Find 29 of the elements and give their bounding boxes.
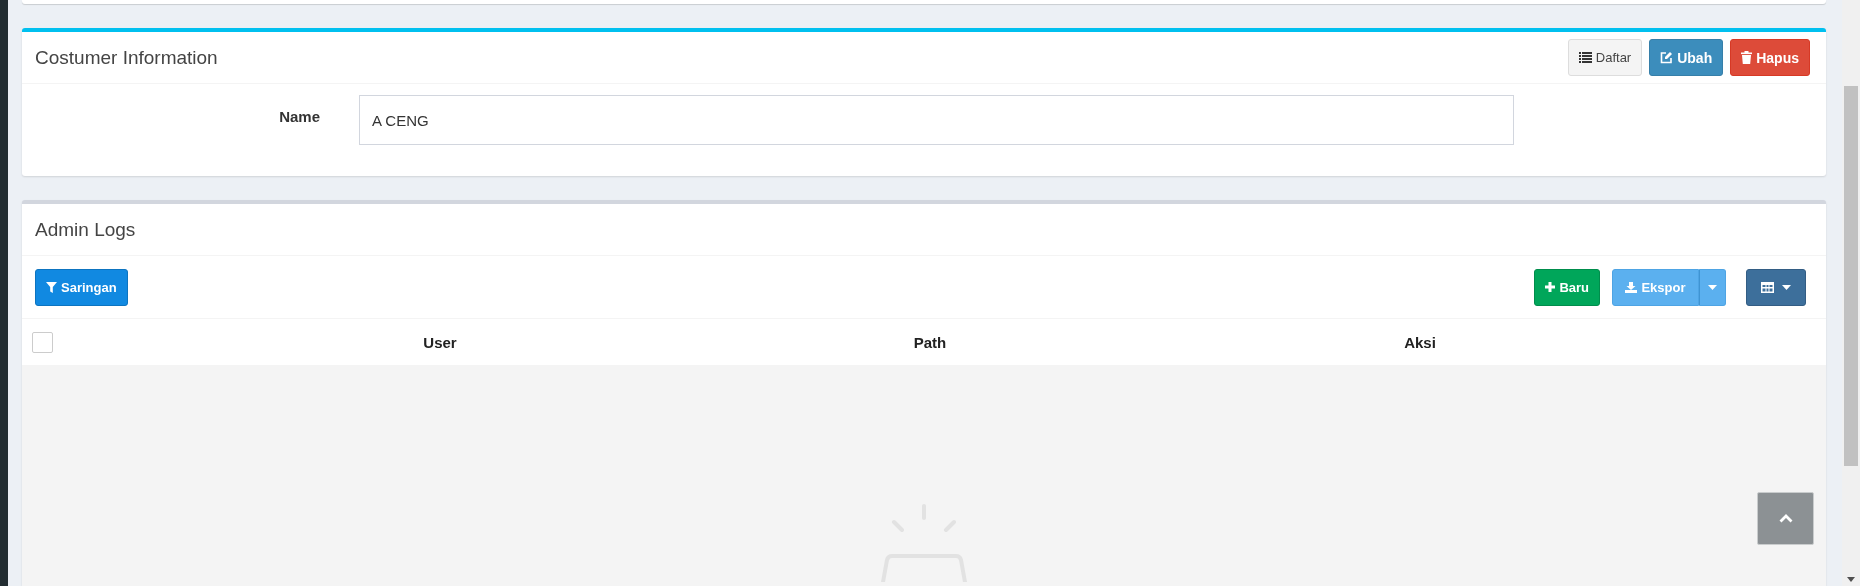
column-header: Path xyxy=(912,333,948,351)
card-title: Costumer Information xyxy=(35,46,218,69)
column-header: Aksi xyxy=(1403,333,1437,351)
scrollbar[interactable] xyxy=(1842,0,1860,586)
list-button[interactable]: Daftar xyxy=(1567,39,1643,76)
column-header: User xyxy=(422,333,458,351)
dropdown-button[interactable] xyxy=(1699,268,1726,306)
caret-icon xyxy=(1708,284,1717,290)
columns-button[interactable] xyxy=(1746,268,1806,306)
caret-icon xyxy=(1782,284,1791,290)
scroll-top-button[interactable] xyxy=(1757,492,1814,545)
edit-icon xyxy=(1660,51,1674,64)
filter-icon xyxy=(46,281,57,293)
field-label: Name xyxy=(278,107,320,125)
new-button[interactable]: Baru xyxy=(1534,268,1600,306)
trash-icon xyxy=(1741,51,1753,64)
table-icon xyxy=(1761,281,1774,293)
chevron-up-icon xyxy=(1778,514,1793,523)
list-icon xyxy=(1578,52,1592,63)
plus-icon xyxy=(1545,282,1556,292)
delete-button[interactable]: Hapus xyxy=(1730,39,1810,76)
card-title: Admin Logs xyxy=(35,218,136,241)
scroll-down-icon[interactable] xyxy=(1847,577,1855,582)
select-all-checkbox[interactable] xyxy=(32,331,53,353)
export-button[interactable]: Ekspor xyxy=(1612,268,1699,306)
edit-button[interactable]: Ubah xyxy=(1649,39,1724,76)
download-icon xyxy=(1625,281,1638,293)
filter-button[interactable]: Saringan xyxy=(35,268,128,306)
name-field[interactable]: A CENG xyxy=(359,95,1514,145)
